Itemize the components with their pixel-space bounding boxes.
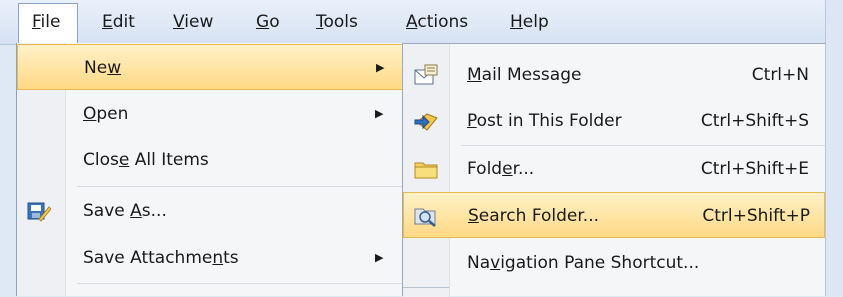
file-menu-item-new[interactable]: New ▶: [17, 44, 403, 90]
new-submenu-item-folder-label: Folder...: [467, 159, 535, 179]
window-edge: [825, 0, 843, 296]
file-menu-item-save-attachments[interactable]: Save Attachments ▶: [17, 235, 403, 281]
search-folder-icon: [413, 202, 439, 228]
menu-edit[interactable]: Edit: [102, 0, 135, 44]
shortcut-text: Ctrl+Shift+P: [702, 206, 810, 226]
submenu-arrow-icon: ▶: [376, 61, 385, 74]
menu-go[interactable]: Go: [256, 0, 280, 44]
menu-separator: [403, 287, 449, 288]
menu-go-label: Go: [256, 12, 280, 32]
menu-help-label: Help: [510, 12, 549, 32]
new-submenu-item-search-folder-label: Search Folder...: [468, 206, 600, 226]
menu-file[interactable]: File: [32, 0, 60, 44]
menu-actions-label: Actions: [406, 12, 469, 32]
mail-message-icon: [413, 62, 439, 88]
menu-view[interactable]: View: [173, 0, 213, 44]
submenu-arrow-icon: ▶: [375, 107, 384, 120]
file-menu-item-open[interactable]: Open ▶: [17, 91, 403, 137]
post-icon: [413, 108, 439, 134]
menu-file-label: File: [32, 12, 61, 32]
menu-help[interactable]: Help: [510, 0, 549, 44]
new-submenu-item-mail-message[interactable]: Mail Message Ctrl+N: [403, 52, 825, 98]
file-menu-item-save-attachments-label: Save Attachments: [83, 248, 239, 268]
shortcut-text: Ctrl+Shift+S: [700, 111, 809, 131]
new-submenu-item-folder[interactable]: Folder... Ctrl+Shift+E: [403, 146, 825, 192]
menu-view-label: View: [173, 12, 214, 32]
file-menu-item-open-label: Open: [83, 104, 129, 124]
new-submenu-item-navigation-pane-shortcut[interactable]: Navigation Pane Shortcut...: [403, 240, 825, 286]
new-submenu-item-search-folder[interactable]: Search Folder... Ctrl+Shift+P: [403, 192, 825, 238]
shortcut-text: Ctrl+N: [751, 65, 809, 85]
menu-actions[interactable]: Actions: [406, 0, 468, 44]
menu-separator: [77, 186, 403, 187]
save-as-icon: [25, 198, 52, 224]
new-submenu-item-post-label: Post in This Folder: [467, 111, 622, 131]
file-menu-item-close-all[interactable]: Close All Items: [17, 137, 403, 183]
new-submenu-item-post[interactable]: Post in This Folder Ctrl+Shift+S: [403, 98, 825, 144]
menu-tools[interactable]: Tools: [316, 0, 358, 44]
menu-edit-label: Edit: [102, 12, 135, 32]
new-submenu-item-navigation-pane-shortcut-label: Navigation Pane Shortcut...: [467, 253, 700, 273]
new-submenu-item-mail-message-label: Mail Message: [467, 65, 582, 85]
file-menu-item-close-all-label: Close All Items: [83, 150, 209, 170]
menu-bar: File Edit View Go Tools Actions Help: [0, 0, 843, 45]
file-menu-item-save-as[interactable]: Save As...: [17, 188, 403, 234]
menu-tools-label: Tools: [316, 12, 358, 32]
folder-icon: [413, 156, 439, 182]
file-menu-item-new-label: New: [84, 58, 122, 78]
menu-separator: [77, 283, 403, 284]
new-submenu: Mail Message Ctrl+N Post in This Folder …: [402, 43, 825, 297]
file-menu-item-save-as-label: Save As...: [83, 201, 167, 221]
shortcut-text: Ctrl+Shift+E: [700, 159, 809, 179]
file-menu: New ▶ Open ▶ Close All Items Save As... …: [16, 43, 403, 296]
submenu-arrow-icon: ▶: [375, 251, 384, 264]
